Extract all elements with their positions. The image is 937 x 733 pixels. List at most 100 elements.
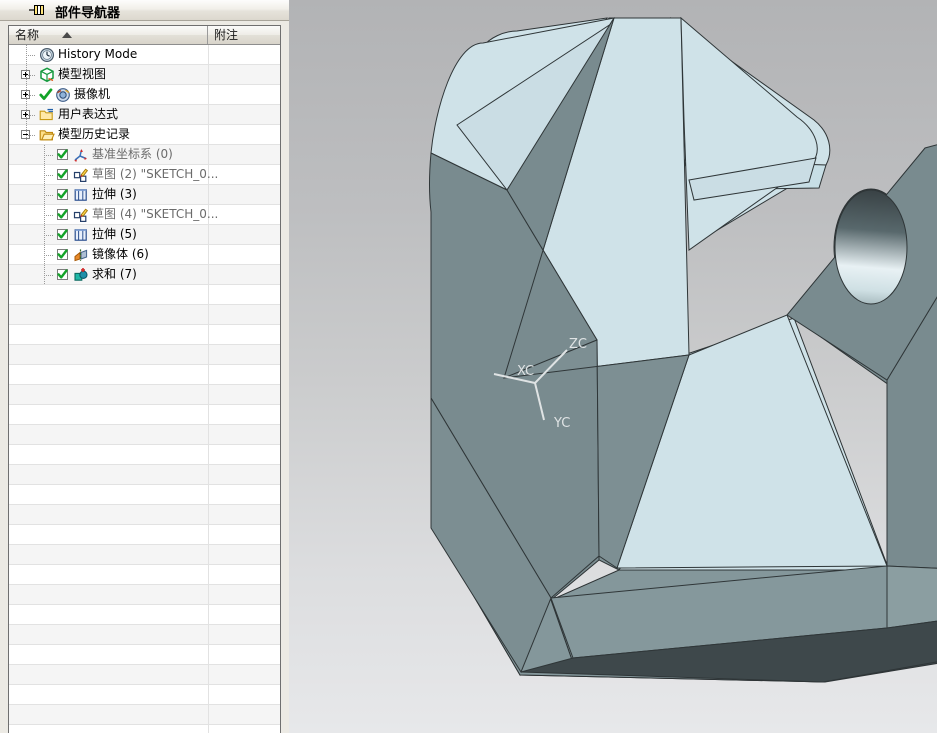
tree-row-empty[interactable] xyxy=(9,565,280,585)
row-column-separator xyxy=(208,265,209,284)
3d-model-overlay: XC YC ZC xyxy=(429,16,937,683)
folder-expression-icon xyxy=(39,107,55,123)
tree-item-label: 模型视图 xyxy=(58,67,107,81)
tree-item-label: 摄像机 xyxy=(74,87,111,101)
tree-item-label: 草图 (2) "SKETCH_0... xyxy=(92,167,219,181)
tree-item-label: 拉伸 (5) xyxy=(92,227,137,241)
feature-suppress-checkbox[interactable] xyxy=(57,189,68,200)
tree-item-label: 用户表达式 xyxy=(58,107,119,121)
clock-icon xyxy=(39,47,55,63)
panel-title: 部件导航器 xyxy=(55,6,121,21)
tree-item-label: 基准坐标系 (0) xyxy=(92,147,173,161)
tree-row[interactable]: 用户表达式 xyxy=(9,105,280,125)
feature-suppress-checkbox[interactable] xyxy=(57,229,68,240)
row-column-separator xyxy=(208,365,209,384)
tree-row-empty[interactable] xyxy=(9,285,280,305)
row-column-separator xyxy=(208,445,209,464)
tree-row[interactable]: 拉伸 (5) xyxy=(9,225,280,245)
tree-row-empty[interactable] xyxy=(9,365,280,385)
tree-row-empty[interactable] xyxy=(9,505,280,525)
tree-row-empty[interactable] xyxy=(9,385,280,405)
tree-row-empty[interactable] xyxy=(9,485,280,505)
feature-suppress-checkbox[interactable] xyxy=(57,269,68,280)
tree-row[interactable]: 模型视图 xyxy=(9,65,280,85)
row-column-separator xyxy=(208,245,209,264)
tree-item-label: 草图 (4) "SKETCH_0... xyxy=(92,207,219,221)
tree-item-label: 拉伸 (3) xyxy=(92,187,137,201)
pin-icon[interactable] xyxy=(29,3,46,18)
tree-row-empty[interactable] xyxy=(9,685,280,705)
tree-row-empty[interactable] xyxy=(9,545,280,565)
tree-expander-expanded[interactable] xyxy=(21,130,30,139)
column-header-name[interactable]: 名称 xyxy=(9,26,208,44)
tree-row-empty[interactable] xyxy=(9,325,280,345)
tree-item-label: History Mode xyxy=(58,47,138,61)
tree-row-empty[interactable] xyxy=(9,725,280,733)
tree-row[interactable]: 模型历史记录 xyxy=(9,125,280,145)
row-column-separator xyxy=(208,665,209,684)
tree-row-empty[interactable] xyxy=(9,465,280,485)
tree-column-headers: 名称 附注 xyxy=(9,26,280,45)
row-column-separator xyxy=(208,525,209,544)
tree-item-label: 求和 (7) xyxy=(92,267,137,281)
mirror-body-icon xyxy=(73,247,89,263)
row-column-separator xyxy=(208,325,209,344)
green-check-icon xyxy=(39,88,53,102)
model-views-icon xyxy=(39,67,55,83)
tree-row[interactable]: 草图 (2) "SKETCH_0... xyxy=(9,165,280,185)
panel-titlebar: 部件导航器 xyxy=(0,0,289,21)
feature-suppress-checkbox[interactable] xyxy=(57,209,68,220)
tree-row-empty[interactable] xyxy=(9,645,280,665)
camera-icon xyxy=(55,87,71,103)
tree-row[interactable]: 镜像体 (6) xyxy=(9,245,280,265)
row-column-separator xyxy=(208,225,209,244)
row-column-separator xyxy=(208,285,209,304)
sketch-icon xyxy=(73,207,89,223)
tree-row-empty[interactable] xyxy=(9,405,280,425)
tree-row-empty[interactable] xyxy=(9,425,280,445)
tree-expander-collapsed[interactable] xyxy=(21,110,30,119)
row-column-separator xyxy=(208,425,209,444)
tree-expander-collapsed[interactable] xyxy=(21,70,30,79)
tree-row-empty[interactable] xyxy=(9,605,280,625)
mid-top-band xyxy=(680,16,818,251)
feature-suppress-checkbox[interactable] xyxy=(57,169,68,180)
feature-suppress-checkbox[interactable] xyxy=(57,249,68,260)
tree-row[interactable]: 草图 (4) "SKETCH_0... xyxy=(9,205,280,225)
folder-open-icon xyxy=(39,127,55,143)
tree-row[interactable]: 摄像机 xyxy=(9,85,280,105)
row-column-separator xyxy=(208,305,209,324)
tree-row-empty[interactable] xyxy=(9,305,280,325)
wcs-label-yc: YC xyxy=(553,416,570,431)
tree-row-empty[interactable] xyxy=(9,525,280,545)
row-column-separator xyxy=(208,105,209,124)
row-column-separator xyxy=(208,85,209,104)
feature-suppress-checkbox[interactable] xyxy=(57,149,68,160)
tree-row-empty[interactable] xyxy=(9,445,280,465)
tree-rows-container[interactable]: History Mode 模型视图摄像机用户表达式模型历史记录基准坐标系 (0) 草… xyxy=(9,45,280,733)
tree-expander-collapsed[interactable] xyxy=(21,90,30,99)
tree-row[interactable]: 拉伸 (3) xyxy=(9,185,280,205)
tree-row-empty[interactable] xyxy=(9,345,280,365)
column-header-note[interactable]: 附注 xyxy=(208,26,280,44)
row-column-separator xyxy=(208,725,209,733)
row-column-separator xyxy=(208,385,209,404)
tree-item-label: 镜像体 (6) xyxy=(92,247,149,261)
sort-ascending-icon xyxy=(62,32,72,38)
tree-row[interactable]: History Mode xyxy=(9,45,280,65)
tree-row[interactable]: 基准坐标系 (0) xyxy=(9,145,280,165)
row-column-separator xyxy=(208,45,209,64)
wcs-label-xc: XC xyxy=(517,364,534,379)
graphics-viewport[interactable]: XC YC ZC UG爱好者 WWW.UGSNX.COM xyxy=(289,0,937,733)
through-hole-left xyxy=(834,189,908,305)
tree-row[interactable]: 求和 (7) xyxy=(9,265,280,285)
tree-row-empty[interactable] xyxy=(9,705,280,725)
row-column-separator xyxy=(208,705,209,724)
tree-row-empty[interactable] xyxy=(9,625,280,645)
tree-item-label: 模型历史记录 xyxy=(58,127,131,141)
row-column-separator xyxy=(208,685,209,704)
nx-application-window: 部件导航器 名称 附注 History Mode 模型视图摄像机用户表达式模型历史… xyxy=(0,0,937,733)
tree-row-empty[interactable] xyxy=(9,585,280,605)
tree-row-empty[interactable] xyxy=(9,665,280,685)
row-column-separator xyxy=(208,405,209,424)
